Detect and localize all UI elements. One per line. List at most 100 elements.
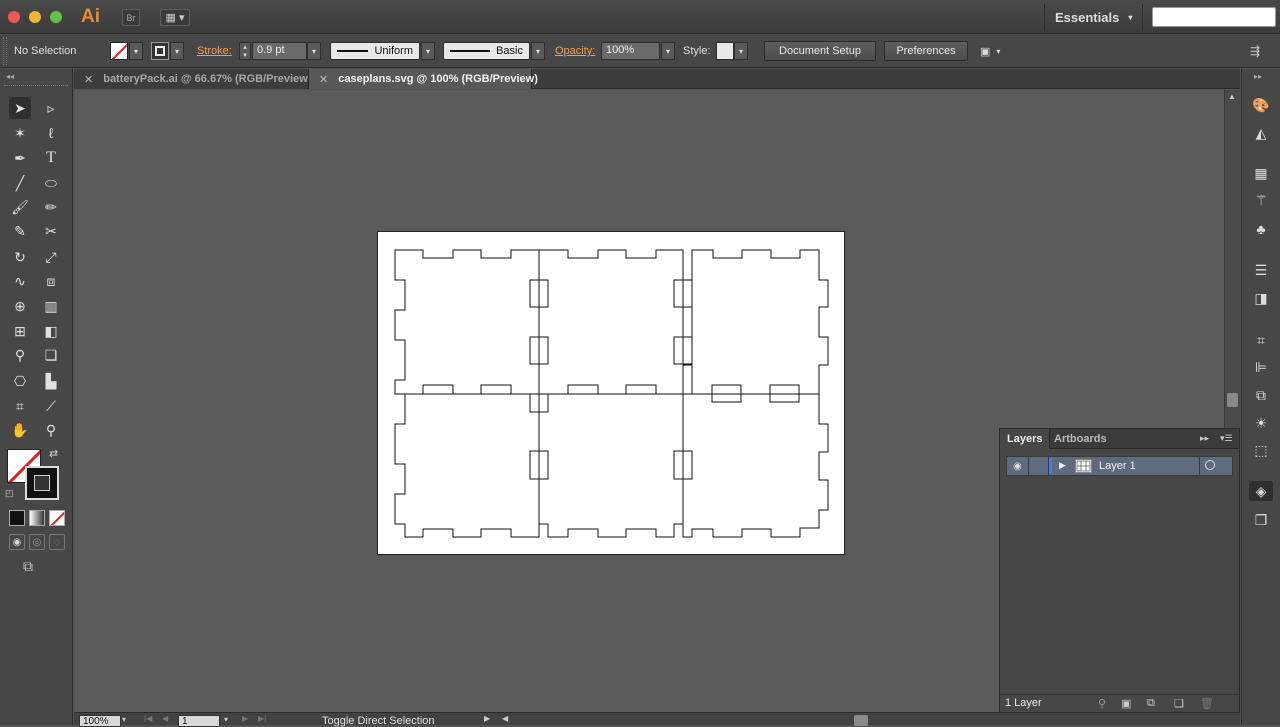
stroke-swatch[interactable] bbox=[151, 42, 169, 60]
close-tab-icon[interactable]: ✕ bbox=[84, 73, 93, 86]
color-mode-icon[interactable] bbox=[9, 510, 25, 526]
panel-menu-icon[interactable]: ▾☰ bbox=[1220, 433, 1233, 444]
variable-width-profile[interactable]: Uniform bbox=[330, 42, 420, 60]
blob-brush-tool-icon[interactable]: ✎ bbox=[9, 220, 31, 242]
column-graph-tool-icon[interactable]: ▙ bbox=[40, 370, 62, 392]
symbols-panel-icon[interactable]: ♣ bbox=[1249, 219, 1273, 239]
eyedropper-tool-icon[interactable]: ⚲ bbox=[9, 344, 31, 366]
create-new-layer-icon[interactable]: ❏ bbox=[1174, 697, 1184, 710]
control-bar-grip[interactable] bbox=[3, 37, 7, 65]
screen-mode-icon[interactable]: ⧉ bbox=[23, 558, 47, 576]
color-panel-icon[interactable]: 🎨 bbox=[1249, 95, 1273, 115]
gradient-mode-icon[interactable] bbox=[29, 510, 45, 526]
artboard-number-field[interactable]: 1 bbox=[178, 715, 220, 727]
graphic-style-swatch[interactable] bbox=[716, 42, 734, 60]
pencil-tool-icon[interactable]: ✏ bbox=[40, 196, 62, 218]
artboard[interactable] bbox=[377, 231, 845, 555]
mesh-tool-icon[interactable]: ⊞ bbox=[9, 320, 31, 342]
brush-definition[interactable]: Basic bbox=[443, 42, 530, 60]
stroke-color-swatch[interactable] bbox=[25, 466, 59, 500]
case-plan-artwork[interactable] bbox=[378, 232, 846, 556]
swatches-panel-icon[interactable]: ▦ bbox=[1249, 163, 1273, 183]
zoom-tool-icon[interactable]: ⚲ bbox=[40, 419, 62, 441]
tools-grip[interactable] bbox=[4, 85, 68, 88]
tab-layers[interactable]: Layers bbox=[1000, 429, 1051, 449]
pen-tool-icon[interactable]: ✒ bbox=[9, 147, 31, 169]
arrange-documents-button[interactable]: ▦ ▾ bbox=[160, 9, 190, 26]
layer-name[interactable]: Layer 1 bbox=[1099, 460, 1136, 472]
align-panel-icon[interactable]: ⊫ bbox=[1249, 357, 1273, 377]
horizontal-scroll-thumb[interactable] bbox=[854, 715, 868, 726]
hand-tool-icon[interactable]: ✋ bbox=[9, 419, 31, 441]
stroke-color-dropdown[interactable]: ▾ bbox=[170, 42, 184, 60]
style-dropdown[interactable]: ▾ bbox=[734, 42, 748, 60]
expand-panels-icon[interactable]: ▸▸ bbox=[1254, 72, 1262, 81]
artboard-tool-icon[interactable]: ⌗ bbox=[9, 395, 31, 417]
opacity-label[interactable]: Opacity: bbox=[555, 45, 595, 57]
color-guide-icon[interactable]: ◭ bbox=[1249, 123, 1273, 143]
arrange-button[interactable]: ▣ ▾ bbox=[980, 43, 1010, 59]
vertical-scroll-thumb[interactable] bbox=[1227, 393, 1238, 407]
symbol-sprayer-tool-icon[interactable]: ⎔ bbox=[9, 370, 31, 392]
brushes-panel-icon[interactable]: ⚚ bbox=[1249, 190, 1273, 210]
tab-artboards[interactable]: Artboards bbox=[1047, 429, 1114, 449]
search-input[interactable] bbox=[1152, 7, 1276, 27]
pathfinder-panel-icon[interactable]: ⧉ bbox=[1249, 385, 1273, 405]
draw-normal-icon[interactable]: ◉ bbox=[9, 534, 25, 550]
profile-dropdown[interactable]: ▾ bbox=[421, 42, 435, 60]
document-setup-button[interactable]: Document Setup bbox=[764, 41, 876, 61]
gradient-panel-icon[interactable]: ◨ bbox=[1249, 288, 1273, 308]
slice-tool-icon[interactable]: ⟋ bbox=[40, 395, 62, 417]
create-sublayer-icon[interactable]: ⧉ bbox=[1147, 697, 1155, 710]
close-window-button[interactable] bbox=[8, 11, 20, 23]
blend-tool-icon[interactable]: ❏ bbox=[40, 344, 62, 366]
magic-wand-tool-icon[interactable]: ✶ bbox=[9, 122, 31, 144]
transform-panel-icon[interactable]: ⌗ bbox=[1249, 330, 1273, 350]
line-segment-tool-icon[interactable]: ╱ bbox=[9, 172, 31, 194]
free-transform-tool-icon[interactable]: ⧈ bbox=[40, 270, 62, 292]
swap-fill-stroke-icon[interactable]: ⇄ bbox=[49, 447, 58, 460]
draw-behind-icon[interactable]: ◎ bbox=[29, 534, 45, 550]
delete-layer-icon[interactable]: 🗑 bbox=[1200, 697, 1214, 710]
opacity-field[interactable]: 100% bbox=[601, 42, 660, 60]
stroke-weight-field[interactable]: 0.9 pt bbox=[252, 42, 307, 60]
fill-swatch[interactable] bbox=[110, 42, 128, 60]
zoom-field[interactable]: 100% bbox=[79, 715, 121, 727]
type-tool-icon[interactable]: T bbox=[40, 147, 62, 169]
scroll-left-icon[interactable]: ◀ bbox=[502, 714, 508, 723]
zoom-dropdown-icon[interactable]: ▾ bbox=[122, 715, 126, 724]
draw-inside-icon[interactable]: ◌ bbox=[49, 534, 65, 550]
preferences-button[interactable]: Preferences bbox=[884, 41, 968, 61]
artboard-dropdown-icon[interactable]: ▾ bbox=[224, 715, 228, 724]
control-panel-menu-icon[interactable]: ⇶ bbox=[1250, 44, 1260, 58]
zoom-window-button[interactable] bbox=[50, 11, 62, 23]
target-layer-icon[interactable] bbox=[1205, 460, 1215, 470]
appearance-panel-icon[interactable]: ☀ bbox=[1249, 413, 1273, 433]
warp-tool-icon[interactable]: ∿ bbox=[9, 270, 31, 292]
opacity-dropdown[interactable]: ▾ bbox=[661, 42, 675, 60]
artboards-panel-icon[interactable]: ❐ bbox=[1249, 510, 1273, 530]
status-menu-icon[interactable]: ▶ bbox=[484, 714, 490, 723]
graphic-styles-panel-icon[interactable]: ⬚ bbox=[1249, 440, 1273, 460]
scale-tool-icon[interactable]: ⤢ bbox=[40, 246, 62, 268]
stroke-panel-icon[interactable]: ☰ bbox=[1249, 260, 1273, 280]
lock-toggle[interactable] bbox=[1029, 457, 1049, 475]
tab-caseplans[interactable]: ✕ caseplans.svg @ 100% (RGB/Preview) bbox=[308, 69, 538, 89]
lasso-tool-icon[interactable]: ℓ bbox=[40, 122, 62, 144]
close-tab-icon[interactable]: ✕ bbox=[319, 73, 328, 86]
next-artboard-icon[interactable]: ▶ bbox=[242, 714, 248, 723]
fill-dropdown[interactable]: ▾ bbox=[129, 42, 143, 60]
tab-batterypack[interactable]: ✕ batteryPack.ai @ 66.67% (RGB/Preview) bbox=[74, 69, 311, 89]
scissors-tool-icon[interactable]: ✂ bbox=[40, 220, 62, 242]
gradient-tool-icon[interactable]: ◧ bbox=[40, 320, 62, 342]
expand-layer-icon[interactable]: ▶ bbox=[1059, 460, 1066, 471]
direct-selection-tool-icon[interactable]: ▹ bbox=[40, 97, 62, 119]
stroke-weight-dropdown[interactable]: ▾ bbox=[307, 42, 321, 60]
previous-artboard-icon[interactable]: ◀ bbox=[162, 714, 168, 723]
selection-tool-icon[interactable]: ➤ bbox=[9, 97, 31, 119]
collapse-tools-icon[interactable]: ◂◂ bbox=[6, 72, 14, 81]
layers-panel-icon[interactable]: ◈ bbox=[1249, 481, 1273, 501]
stroke-label[interactable]: Stroke: bbox=[197, 45, 232, 57]
rotate-tool-icon[interactable]: ↻ bbox=[9, 246, 31, 268]
none-mode-icon[interactable] bbox=[49, 510, 65, 526]
